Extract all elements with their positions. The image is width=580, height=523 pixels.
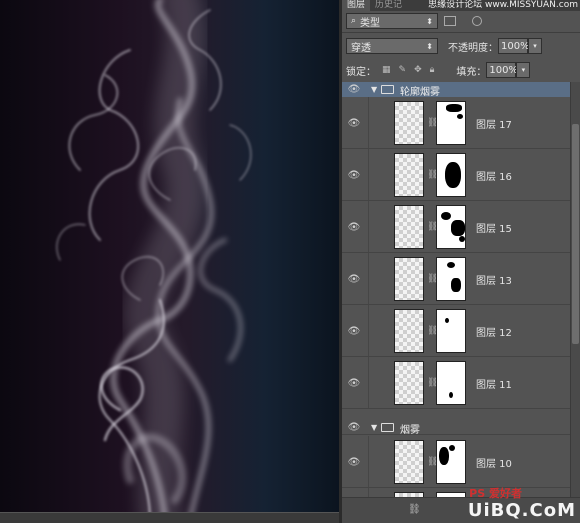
filter-kind-label: 类型 [360,17,381,29]
search-icon: ⌕ [351,16,357,26]
lock-row: 锁定： ▦ ✎ ✥ 🔒︎ 填充： 100% ▾ [342,60,580,80]
filter-pixel-icon[interactable] [444,16,456,26]
layer-name[interactable]: 图层 17 [476,116,512,131]
ps-watermark: PS 爱好者 [469,487,522,500]
chevron-down-icon: ▾ [521,66,526,74]
layer-group-outline-smoke[interactable]: 👁︎ ▼ 轮廓烟雾 [342,82,570,98]
group-name: 烟雾 [400,425,420,436]
lock-label: 锁定： [346,66,376,78]
layer-row-11[interactable]: 👁︎ ⛓︎ 图层 11 [342,357,570,409]
layer-row-10[interactable]: 👁︎ ⛓︎ 图层 10 [342,436,570,488]
blend-mode-select[interactable]: 穿透 ⬍ [346,38,438,54]
tab-history[interactable]: 历史记 [370,0,407,11]
filter-adjust-icon[interactable] [472,16,482,26]
chain-link-icon[interactable]: ⛓︎ [427,378,438,388]
document-canvas[interactable] [0,0,339,523]
smoke-artwork [56,0,252,523]
layer-thumbnail [394,361,424,405]
eye-icon[interactable]: 👁︎ [348,273,361,285]
filter-row: ⌕ 类型 ⬍ [342,12,580,30]
blend-mode-value: 穿透 [351,42,371,54]
layer-thumbnail [394,440,424,484]
lock-brush-icon[interactable]: ✎ [399,65,407,75]
layer-row-12[interactable]: 👁︎ ⛓︎ 图层 12 [342,305,570,357]
separator [342,32,580,33]
fill-label: 填充： [456,66,487,78]
scrollbar-thumb[interactable] [572,124,579,344]
link-layers-icon[interactable]: ⛓︎ [408,504,421,515]
opacity-dropdown-button[interactable]: ▾ [528,38,542,54]
filter-kind-select[interactable]: ⌕ 类型 ⬍ [346,13,438,29]
folder-icon [381,85,394,94]
fill-input[interactable]: 100% [486,62,518,78]
layer-thumbnail [394,257,424,301]
eye-icon[interactable]: 👁︎ [348,169,361,181]
opacity-label: 不透明度： [448,42,498,54]
eye-icon[interactable]: 👁︎ [348,421,361,433]
chain-link-icon[interactable]: ⛓︎ [427,274,438,284]
chevron-icon: ⬍ [426,16,433,26]
group-name: 轮廓烟雾 [400,87,440,98]
eye-icon[interactable]: 👁︎ [348,117,361,129]
layers-panel: 图层 历史记 思缘设计论坛 www.MISSYUAN.com ⌕ 类型 ⬍ 穿透… [342,0,580,523]
chain-link-icon[interactable]: ⛓︎ [427,457,438,467]
chain-link-icon[interactable]: ⛓︎ [427,222,438,232]
layer-thumbnail [394,309,424,353]
layer-name[interactable]: 图层 10 [476,455,512,470]
layer-mask-thumbnail[interactable] [436,440,466,484]
eye-icon[interactable]: 👁︎ [348,377,361,389]
fill-dropdown-button[interactable]: ▾ [516,62,531,78]
layers-scrollbar[interactable] [570,82,580,497]
disclosure-triangle-icon[interactable]: ▼ [371,85,377,94]
layer-row-partial[interactable] [342,488,570,497]
eye-icon[interactable]: 👁︎ [348,221,361,233]
layer-name[interactable]: 图层 11 [476,376,512,391]
layers-list: 👁︎ ▼ 轮廓烟雾 👁︎ ⛓︎ 图层 17 👁︎ ⛓︎ 图层 16 👁︎ ⛓︎ … [342,82,570,497]
chain-link-icon[interactable]: ⛓︎ [427,170,438,180]
layer-name[interactable]: 图层 16 [476,168,512,183]
layer-row-17[interactable]: 👁︎ ⛓︎ 图层 17 [342,97,570,149]
eye-icon[interactable]: 👁︎ [348,83,361,95]
layer-mask-thumbnail[interactable] [436,309,466,353]
opacity-value: 100% [501,40,530,52]
chain-link-icon[interactable]: ⛓︎ [427,118,438,128]
chain-link-icon[interactable]: ⛓︎ [427,326,438,336]
lock-transparent-icon[interactable]: ▦ [382,65,391,75]
layer-name[interactable]: 图层 15 [476,220,512,235]
layer-mask-thumbnail[interactable] [436,101,466,145]
layer-row-15[interactable]: 👁︎ ⛓︎ 图层 15 [342,201,570,253]
layer-row-13[interactable]: 👁︎ ⛓︎ 图层 13 [342,253,570,305]
opacity-input[interactable]: 100% [498,38,530,54]
lock-move-icon[interactable]: ✥ [414,65,422,75]
uibq-watermark: UiBQ.CoM [467,500,576,521]
layer-thumbnail [394,101,424,145]
layer-mask-thumbnail[interactable] [436,205,466,249]
tab-layers[interactable]: 图层 [342,0,371,11]
layer-name[interactable]: 图层 13 [476,272,512,287]
layer-mask-thumbnail[interactable] [436,361,466,405]
layer-group-smoke[interactable]: 👁︎ ▼ 烟雾 [342,420,570,436]
folder-icon [381,423,394,432]
chevron-down-icon: ▾ [533,42,537,50]
layer-thumbnail [394,153,424,197]
layer-mask-thumbnail[interactable] [436,257,466,301]
canvas-status-bar [0,512,339,523]
layer-mask-thumbnail[interactable] [436,153,466,197]
layer-name[interactable]: 图层 12 [476,324,512,339]
site-watermark: 思缘设计论坛 www.MISSYUAN.com [428,0,578,10]
lock-all-icon[interactable]: 🔒︎ [430,65,435,75]
eye-icon[interactable]: 👁︎ [348,456,361,468]
layer-thumbnail [394,205,424,249]
disclosure-triangle-icon[interactable]: ▼ [371,423,377,432]
fill-value: 100% [489,64,518,76]
eye-icon[interactable]: 👁︎ [348,325,361,337]
layer-row-16[interactable]: 👁︎ ⛓︎ 图层 16 [342,149,570,201]
blend-row: 穿透 ⬍ 不透明度： 100% ▾ [342,36,580,56]
chevron-icon: ⬍ [426,41,433,51]
